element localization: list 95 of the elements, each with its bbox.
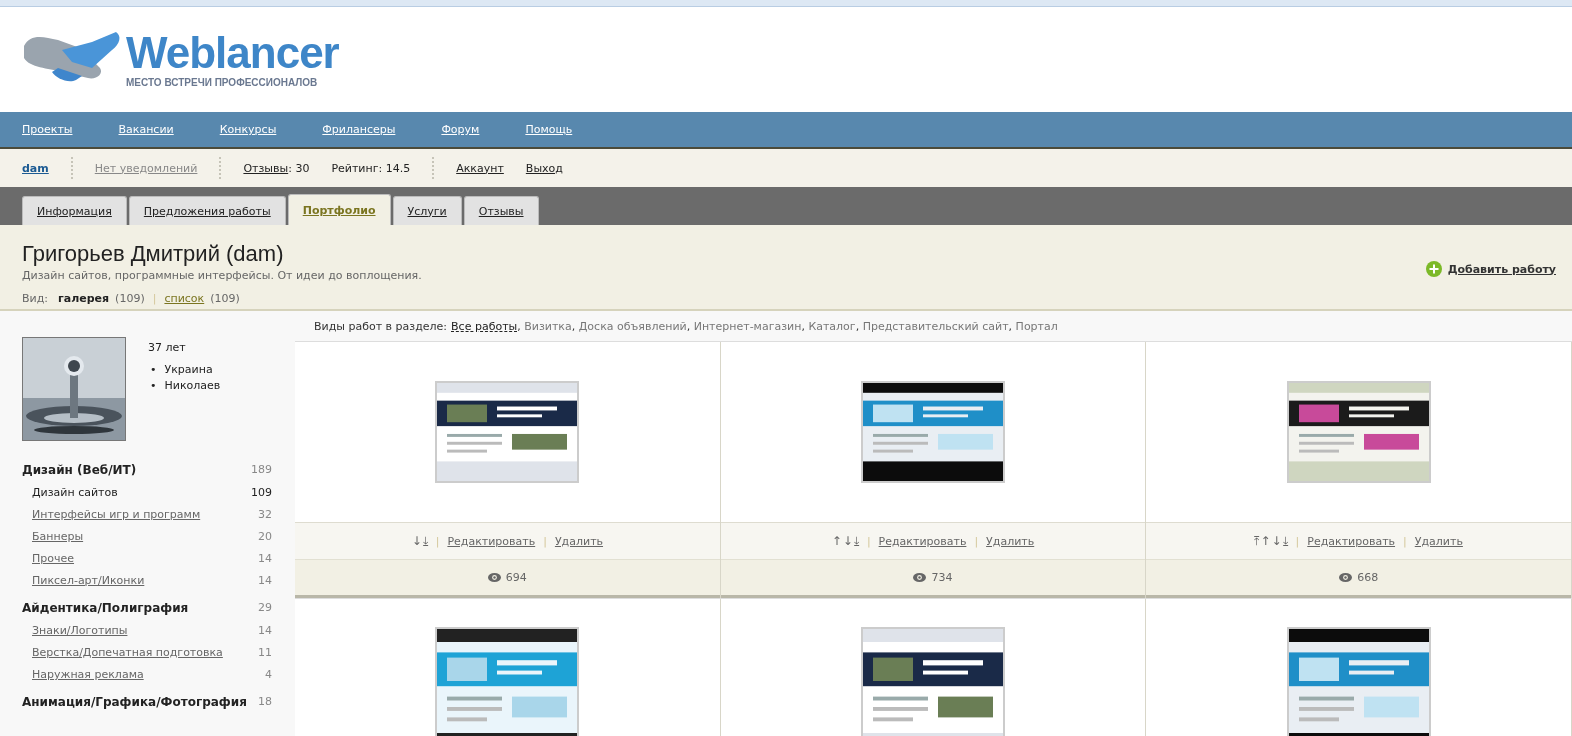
view-option: галерея [58, 292, 110, 305]
eye-icon [1339, 573, 1353, 582]
reviews-count: : 30 [288, 161, 310, 175]
profile-description: Дизайн сайтов, программные интерфейсы. От идеи до воплощения. [22, 269, 422, 282]
profile-tab[interactable]: Услуги [392, 196, 462, 225]
subcategory-link[interactable]: Прочее [32, 552, 75, 565]
delete-link[interactable]: Удалить [986, 534, 1035, 548]
logo-wordmark[interactable]: Weblancer [126, 31, 339, 75]
category-title: Анимация/Графика/Фотография [22, 695, 247, 709]
subcategory-link[interactable]: Интерфейсы игр и программ [32, 508, 201, 521]
move-link[interactable]: ↑ [831, 534, 842, 548]
nav-link[interactable]: Форум [441, 123, 480, 136]
add-icon [1425, 261, 1442, 277]
filter-link[interactable]: Каталог [808, 319, 856, 333]
filter-comma: , [517, 319, 521, 333]
nav-link[interactable]: Вакансии [118, 123, 174, 136]
view-count: (109) [210, 292, 240, 305]
subcategory-count: 14 [258, 574, 272, 587]
subcategory-count: 11 [258, 646, 272, 659]
filter-comma: , [855, 319, 860, 333]
move-link[interactable]: ⤓ [1282, 534, 1288, 548]
username-link[interactable]: dam [22, 161, 49, 175]
move-link[interactable]: ↓ [1271, 534, 1282, 548]
subcategory-link[interactable]: Верстка/Допечатная подготовка [32, 646, 223, 659]
view-label: Вид: [22, 292, 48, 305]
delete-link[interactable]: Удалить [554, 534, 604, 548]
nav-link[interactable]: Конкурсы [219, 123, 277, 136]
subcategory-count: 14 [258, 552, 272, 565]
notifications-link[interactable]: Нет уведомлений [94, 161, 198, 175]
subcategory-link[interactable]: Знаки/Логотипы [32, 624, 128, 637]
filter-comma: , [571, 319, 576, 333]
edit-link[interactable]: Редактировать [447, 534, 536, 548]
filter-link[interactable]: Визитка [524, 319, 572, 333]
bullet: • [150, 362, 157, 378]
subcategory-count: 32 [258, 508, 272, 521]
subcategory-item: Дизайн сайтов [32, 486, 118, 499]
view-count: 668 [1357, 571, 1379, 584]
location-item: Украина [164, 362, 213, 378]
move-link[interactable]: ⤒ [1254, 534, 1260, 548]
subcategory-count: 14 [258, 624, 272, 637]
logout-link[interactable]: Выход [525, 161, 563, 175]
filter-comma: , [801, 319, 805, 333]
move-link[interactable]: ⤓ [422, 534, 428, 548]
view-count: 694 [505, 571, 527, 584]
subcategory-count: 4 [265, 668, 272, 681]
filter-label: Виды работ в разделе: [314, 319, 448, 333]
bullet: • [150, 378, 157, 394]
action-separator: | [543, 534, 547, 548]
subcategory-link[interactable]: Баннеры [32, 530, 84, 543]
action-separator: | [866, 534, 871, 548]
view-option[interactable]: список [164, 292, 205, 305]
profile-tab[interactable]: Портфолио [287, 194, 391, 225]
subcategory-count: 20 [258, 530, 272, 543]
edit-link[interactable]: Редактировать [878, 534, 967, 548]
move-link[interactable]: ⤓ [853, 534, 859, 548]
profile-tab[interactable]: Информация [22, 196, 127, 225]
delete-link[interactable]: Удалить [1414, 534, 1463, 548]
age-text: 37 лет [148, 341, 187, 354]
edit-link[interactable]: Редактировать [1307, 534, 1396, 548]
subcategory-link[interactable]: Пиксел-арт/Иконки [32, 574, 145, 587]
subcategory-count: 109 [251, 486, 272, 499]
account-link[interactable]: Аккаунт [456, 161, 504, 175]
action-separator: | [435, 534, 440, 548]
subcategory-link[interactable]: Наружная реклама [32, 668, 144, 681]
view-separator: | [152, 292, 157, 305]
profile-tab[interactable]: Предложения работы [128, 196, 286, 225]
view-count: 734 [931, 571, 953, 584]
nav-link[interactable]: Проекты [22, 123, 73, 136]
category-count: 18 [258, 695, 272, 709]
filter-link[interactable]: Представительский сайт [862, 319, 1009, 333]
action-separator: | [1403, 534, 1407, 548]
move-link[interactable]: ↑ [1260, 534, 1271, 548]
category-count: 29 [258, 601, 272, 615]
move-link[interactable]: ↓ [842, 534, 853, 548]
profile-tab[interactable]: Отзывы [463, 196, 539, 225]
nav-link[interactable]: Фрилансеры [322, 123, 396, 136]
filter-link[interactable]: Портал [1015, 319, 1058, 333]
eye-icon [913, 573, 927, 582]
logo-tagline: МЕСТО ВСТРЕЧИ ПРОФЕССИОНАЛОВ [126, 77, 319, 88]
action-separator: | [974, 534, 979, 548]
filter-comma: , [1008, 319, 1013, 333]
move-link[interactable]: ↓ [411, 534, 422, 548]
profile-name: Григорьев Дмитрий (dam) [22, 241, 285, 267]
nav-link[interactable]: Помощь [525, 123, 573, 136]
location-item: Николаев [164, 378, 221, 394]
rating-text: Рейтинг: 14.5 [331, 161, 411, 175]
filter-link[interactable]: Доска объявлений [578, 319, 687, 333]
eye-icon [487, 573, 501, 582]
category-title: Айдентика/Полиграфия [22, 601, 189, 615]
action-separator: | [1295, 534, 1300, 548]
category-title: Дизайн (Веб/ИТ) [22, 463, 137, 477]
add-work-link[interactable]: Добавить работу [1447, 262, 1556, 276]
category-count: 189 [251, 463, 272, 477]
view-count: (109) [115, 292, 145, 305]
filter-comma: , [686, 319, 691, 333]
